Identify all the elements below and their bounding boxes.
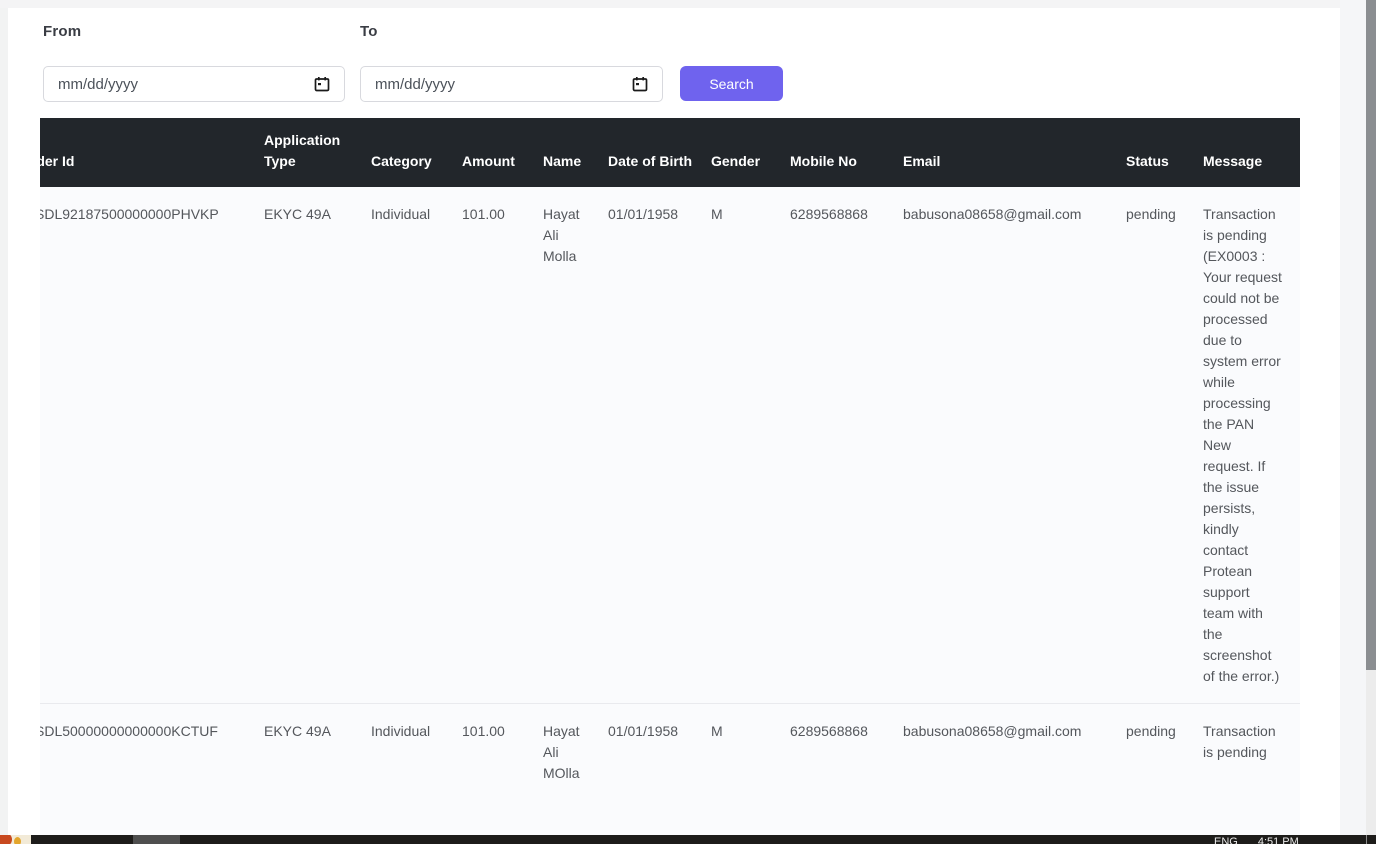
cell-order-id: SDL92187500000000PHVKP [40, 187, 264, 704]
col-order-id: Order Id [40, 118, 264, 187]
col-name: Name [543, 118, 608, 187]
cell-application-type: EKYC 49A [264, 704, 371, 801]
cell-category: Individual [371, 704, 462, 801]
cell-status: pending [1126, 187, 1203, 704]
cell-category: Individual [371, 187, 462, 704]
cell-name: Hayat Ali Molla [543, 187, 608, 704]
cell-order-id: SDL50000000000000KCTUF [40, 704, 264, 801]
cell-email: babusona08658@gmail.com [903, 187, 1126, 704]
taskbar-separator [1366, 835, 1367, 844]
col-date-of-birth: Date of Birth [608, 118, 711, 187]
taskbar-active-app[interactable] [133, 835, 180, 844]
cell-date-of-birth: 01/01/1958 [608, 187, 711, 704]
calendar-icon[interactable] [632, 76, 648, 92]
cell-name: Hayat Ali MOlla [543, 704, 608, 801]
app-logo-dot-icon [14, 837, 21, 844]
scrollbar-thumb[interactable] [1366, 0, 1376, 670]
col-email: Email [903, 118, 1126, 187]
cell-message: Transaction is pending (EX0003 : Your re… [1203, 187, 1300, 704]
cell-email: babusona08658@gmail.com [903, 704, 1126, 801]
window-edge-left [0, 8, 8, 835]
col-amount: Amount [462, 118, 543, 187]
cell-gender: M [711, 704, 790, 801]
col-category: Category [371, 118, 462, 187]
table-row: SDL92187500000000PHVKP EKYC 49A Individu… [40, 187, 1300, 704]
clock[interactable]: 4:51 PM [1258, 836, 1299, 844]
cell-date-of-birth: 01/01/1958 [608, 704, 711, 801]
cell-amount: 101.00 [462, 704, 543, 801]
taskbar-app-icon[interactable] [0, 835, 31, 844]
app-logo-icon [0, 835, 12, 844]
language-indicator[interactable]: ENG [1214, 836, 1238, 844]
taskbar-tray[interactable]: ENG 4:51 PM [1214, 836, 1299, 844]
from-label: From [43, 23, 81, 40]
cell-application-type: EKYC 49A [264, 187, 371, 704]
calendar-icon[interactable] [314, 76, 330, 92]
taskbar: ENG 4:51 PM [0, 835, 1376, 844]
cell-amount: 101.00 [462, 187, 543, 704]
search-button[interactable]: Search [680, 66, 783, 101]
col-message: Message [1203, 118, 1300, 187]
col-gender: Gender [711, 118, 790, 187]
vertical-scrollbar[interactable] [1366, 0, 1376, 835]
cell-gender: M [711, 187, 790, 704]
cell-status: pending [1126, 704, 1203, 801]
results-table: Order Id Application Type Category Amoun… [40, 118, 1300, 835]
to-date-input[interactable] [360, 66, 663, 102]
table-row: SDL50000000000000KCTUF EKYC 49A Individu… [40, 704, 1300, 801]
window-edge-top [0, 0, 1376, 8]
page-right-gutter [1340, 0, 1366, 835]
to-label: To [360, 23, 378, 40]
col-application-type: Application Type [264, 118, 371, 187]
cell-message: Transaction is pending [1203, 704, 1300, 801]
from-date-input[interactable] [43, 66, 345, 102]
cell-mobile-no: 6289568868 [790, 187, 903, 704]
col-status: Status [1126, 118, 1203, 187]
table-header: Order Id Application Type Category Amoun… [40, 118, 1300, 187]
col-mobile-no: Mobile No [790, 118, 903, 187]
cell-mobile-no: 6289568868 [790, 704, 903, 801]
